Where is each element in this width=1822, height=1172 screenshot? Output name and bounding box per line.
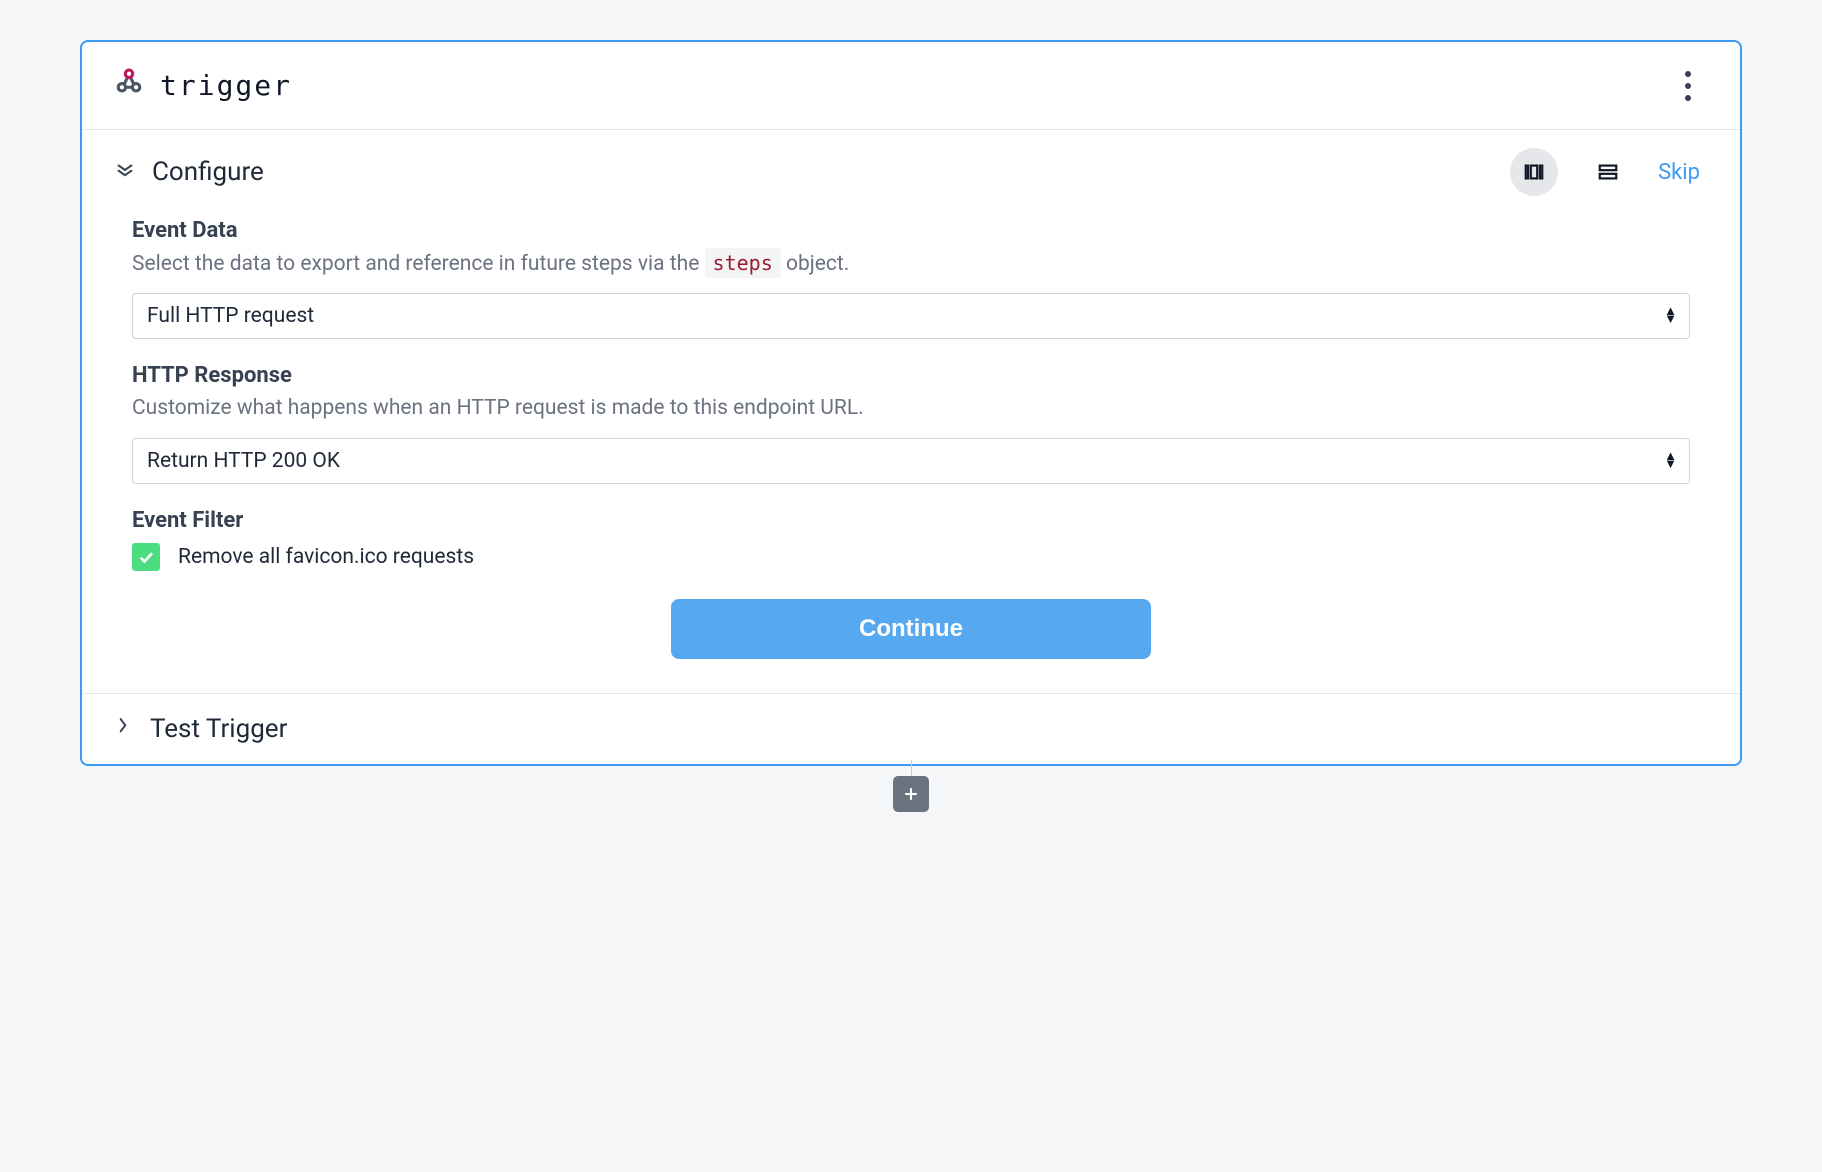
- chevron-right-icon: [116, 713, 130, 746]
- skip-link[interactable]: Skip: [1658, 160, 1700, 185]
- favicon-filter-label: Remove all favicon.ico requests: [178, 545, 474, 569]
- favicon-filter-row: Remove all favicon.ico requests: [132, 543, 1690, 571]
- event-filter-group: Event Filter Remove all favicon.ico requ…: [132, 508, 1690, 571]
- chevron-down-double-icon: [114, 161, 136, 183]
- event-data-selected: Full HTTP request: [147, 304, 314, 328]
- more-menu-button[interactable]: [1676, 71, 1700, 101]
- card-header-left: trigger: [112, 66, 292, 105]
- test-trigger-title: Test Trigger: [150, 714, 287, 744]
- layout-columns-button[interactable]: [1510, 148, 1558, 196]
- add-step-button[interactable]: [893, 776, 929, 812]
- select-arrows-icon: ▲▼: [1664, 453, 1677, 469]
- event-data-desc: Select the data to export and reference …: [132, 249, 1690, 279]
- favicon-filter-checkbox[interactable]: [132, 543, 160, 571]
- event-data-select[interactable]: Full HTTP request ▲▼: [132, 293, 1690, 339]
- select-arrows-icon: ▲▼: [1664, 309, 1677, 325]
- layout-rows-button[interactable]: [1584, 148, 1632, 196]
- card-header: trigger: [82, 42, 1740, 130]
- webhook-icon: [112, 66, 146, 105]
- event-data-desc-prefix: Select the data to export and reference …: [132, 252, 705, 276]
- configure-body: Event Data Select the data to export and…: [82, 214, 1740, 693]
- configure-title: Configure: [152, 157, 264, 187]
- trigger-card: trigger Configure: [80, 40, 1742, 766]
- event-filter-label: Event Filter: [132, 508, 1690, 533]
- http-response-group: HTTP Response Customize what happens whe…: [132, 363, 1690, 483]
- event-data-code: steps: [705, 248, 781, 278]
- event-data-desc-suffix: object.: [781, 252, 850, 276]
- test-trigger-section[interactable]: Test Trigger: [82, 693, 1740, 764]
- event-data-group: Event Data Select the data to export and…: [132, 218, 1690, 339]
- configure-toggle[interactable]: Configure: [116, 157, 264, 187]
- http-response-desc: Customize what happens when an HTTP requ…: [132, 394, 1690, 423]
- configure-actions: Skip: [1510, 148, 1700, 196]
- http-response-select[interactable]: Return HTTP 200 OK ▲▼: [132, 438, 1690, 484]
- continue-button[interactable]: Continue: [671, 599, 1151, 659]
- event-data-label: Event Data: [132, 218, 1690, 243]
- http-response-label: HTTP Response: [132, 363, 1690, 388]
- http-response-selected: Return HTTP 200 OK: [147, 449, 340, 473]
- card-title: trigger: [160, 69, 292, 102]
- configure-section-bar: Configure Skip: [82, 130, 1740, 214]
